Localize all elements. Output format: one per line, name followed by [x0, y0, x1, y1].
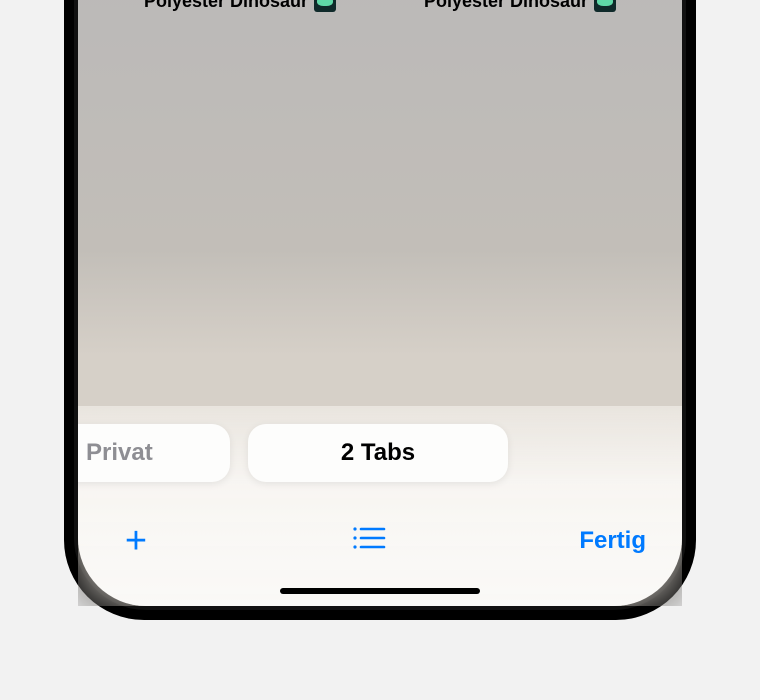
private-group-pill[interactable]: Privat: [78, 424, 230, 482]
private-label: Privat: [86, 439, 153, 467]
tab-card[interactable]: Polyester Dinosaur: [110, 0, 370, 164]
tab-header: Polyester Dinosaur: [144, 0, 336, 12]
new-tab-button[interactable]: +: [114, 522, 158, 560]
done-label: Fertig: [579, 527, 646, 555]
tabs-count-label: 2 Tabs: [341, 439, 415, 467]
screenshot-stage: Polyester Dinosaur Polyester Dinosaur: [0, 0, 760, 700]
tab-groups-menu-button[interactable]: [347, 525, 391, 558]
bottom-toolbar: +: [78, 514, 682, 568]
dinosaur-icon: [594, 0, 616, 12]
phone-screen: Polyester Dinosaur Polyester Dinosaur: [78, 0, 682, 606]
tab-title: Polyester Dinosaur: [144, 0, 308, 12]
tab-header: Polyester Dinosaur: [424, 0, 616, 12]
tab-overview-grid[interactable]: Polyester Dinosaur Polyester Dinosaur: [78, 0, 682, 434]
list-bullet-icon: [352, 525, 386, 558]
home-indicator[interactable]: [280, 588, 480, 594]
bottom-panel: Privat 2 Tabs +: [78, 406, 682, 606]
dinosaur-icon: [314, 0, 336, 12]
plus-icon: +: [125, 522, 147, 560]
phone-frame: Polyester Dinosaur Polyester Dinosaur: [64, 0, 696, 620]
phone-bezel: Polyester Dinosaur Polyester Dinosaur: [74, 0, 686, 610]
done-button[interactable]: Fertig: [579, 527, 646, 555]
tab-group-row[interactable]: Privat 2 Tabs: [78, 424, 682, 482]
tab-title: Polyester Dinosaur: [424, 0, 588, 12]
tab-card[interactable]: Polyester Dinosaur: [390, 0, 650, 164]
tabs-group-pill[interactable]: 2 Tabs: [248, 424, 508, 482]
